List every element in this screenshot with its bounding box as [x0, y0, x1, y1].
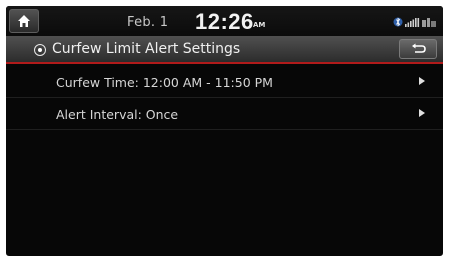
title-bar: Curfew Limit Alert Settings: [6, 36, 443, 64]
bluetooth-icon: [393, 17, 403, 27]
screen: Feb. 1 12:26 AM Curfew Limit Alert Setti…: [6, 6, 443, 256]
radio-indicator-icon: [34, 44, 46, 56]
chevron-right-icon: [419, 109, 425, 117]
home-button[interactable]: [9, 9, 39, 33]
date-text: Feb. 1: [127, 15, 169, 30]
status-icons: [393, 17, 436, 27]
alert-interval-label: Alert Interval: Once: [56, 107, 179, 122]
curfew-time-label: Curfew Time: 12:00 AM - 11:50 PM: [56, 75, 273, 90]
signal-strength-icon: [405, 18, 420, 27]
network-icon: [422, 18, 436, 27]
chevron-right-icon: [419, 77, 425, 85]
list-item-curfew-time[interactable]: Curfew Time: 12:00 AM - 11:50 PM: [6, 66, 443, 98]
clock-time: 12:26: [195, 9, 254, 34]
back-arrow-icon: [412, 43, 426, 53]
list-item-alert-interval[interactable]: Alert Interval: Once: [6, 98, 443, 130]
home-icon: [18, 15, 30, 27]
page-title: Curfew Limit Alert Settings: [52, 41, 241, 57]
back-button[interactable]: [399, 39, 437, 59]
status-bar: Feb. 1 12:26 AM: [6, 6, 443, 36]
clock-ampm: AM: [253, 21, 266, 29]
